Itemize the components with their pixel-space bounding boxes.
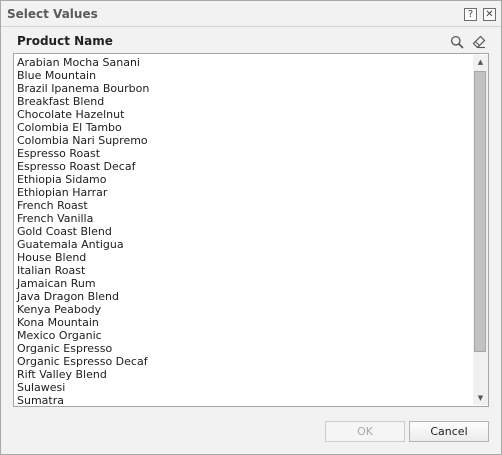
list-item[interactable]: Colombia El Tambo [17, 121, 149, 134]
list-item[interactable]: Espresso Roast Decaf [17, 160, 149, 173]
list-item[interactable]: Jamaican Rum [17, 277, 149, 290]
help-icon[interactable]: ? [464, 8, 477, 21]
list-item[interactable]: Breakfast Blend [17, 95, 149, 108]
list-item[interactable]: Sumatra [17, 394, 149, 406]
scroll-up-icon[interactable]: ▲ [473, 55, 488, 69]
search-icon[interactable] [450, 35, 464, 49]
list-item[interactable]: Guatemala Antigua [17, 238, 149, 251]
list-item[interactable]: Ethiopian Harrar [17, 186, 149, 199]
list-item[interactable]: Chocolate Hazelnut [17, 108, 149, 121]
column-header: Product Name [17, 34, 113, 48]
list-item[interactable]: Espresso Roast [17, 147, 149, 160]
list-item[interactable]: Italian Roast [17, 264, 149, 277]
value-list: Arabian Mocha Sanani Blue Mountain Brazil … [17, 56, 149, 406]
list-item[interactable]: Colombia Nari Supremo [17, 134, 149, 147]
cancel-button[interactable]: Cancel [409, 421, 489, 442]
list-item[interactable]: Organic Espresso [17, 342, 149, 355]
close-icon[interactable]: ✕ [483, 8, 496, 21]
list-item[interactable]: Organic Espresso Decaf [17, 355, 149, 368]
clear-filter-icon[interactable] [472, 35, 486, 49]
list-item[interactable]: Kenya Peabody [17, 303, 149, 316]
vertical-scrollbar[interactable]: ▲ ▼ [473, 55, 488, 405]
list-item[interactable]: Ethiopia Sidamo [17, 173, 149, 186]
list-item[interactable]: Arabian Mocha Sanani [17, 56, 149, 69]
list-item[interactable]: Kona Mountain [17, 316, 149, 329]
list-item[interactable]: Mexico Organic [17, 329, 149, 342]
list-item[interactable]: Java Dragon Blend [17, 290, 149, 303]
list-item[interactable]: Brazil Ipanema Bourbon [17, 82, 149, 95]
list-item[interactable]: Gold Coast Blend [17, 225, 149, 238]
list-item[interactable]: House Blend [17, 251, 149, 264]
ok-button[interactable]: OK [325, 421, 405, 442]
select-values-dialog: Select Values ? ✕ Product Name Arabian M… [0, 0, 502, 455]
list-item[interactable]: French Roast [17, 199, 149, 212]
scroll-down-icon[interactable]: ▼ [473, 391, 488, 405]
values-listbox[interactable]: Arabian Mocha Sanani Blue Mountain Brazil … [13, 53, 489, 407]
list-item[interactable]: Blue Mountain [17, 69, 149, 82]
list-item[interactable]: Sulawesi [17, 381, 149, 394]
list-item[interactable]: Rift Valley Blend [17, 368, 149, 381]
scroll-thumb[interactable] [474, 71, 486, 352]
dialog-title: Select Values [7, 7, 98, 21]
title-bar: Select Values ? ✕ [1, 1, 501, 27]
list-item[interactable]: French Vanilla [17, 212, 149, 225]
